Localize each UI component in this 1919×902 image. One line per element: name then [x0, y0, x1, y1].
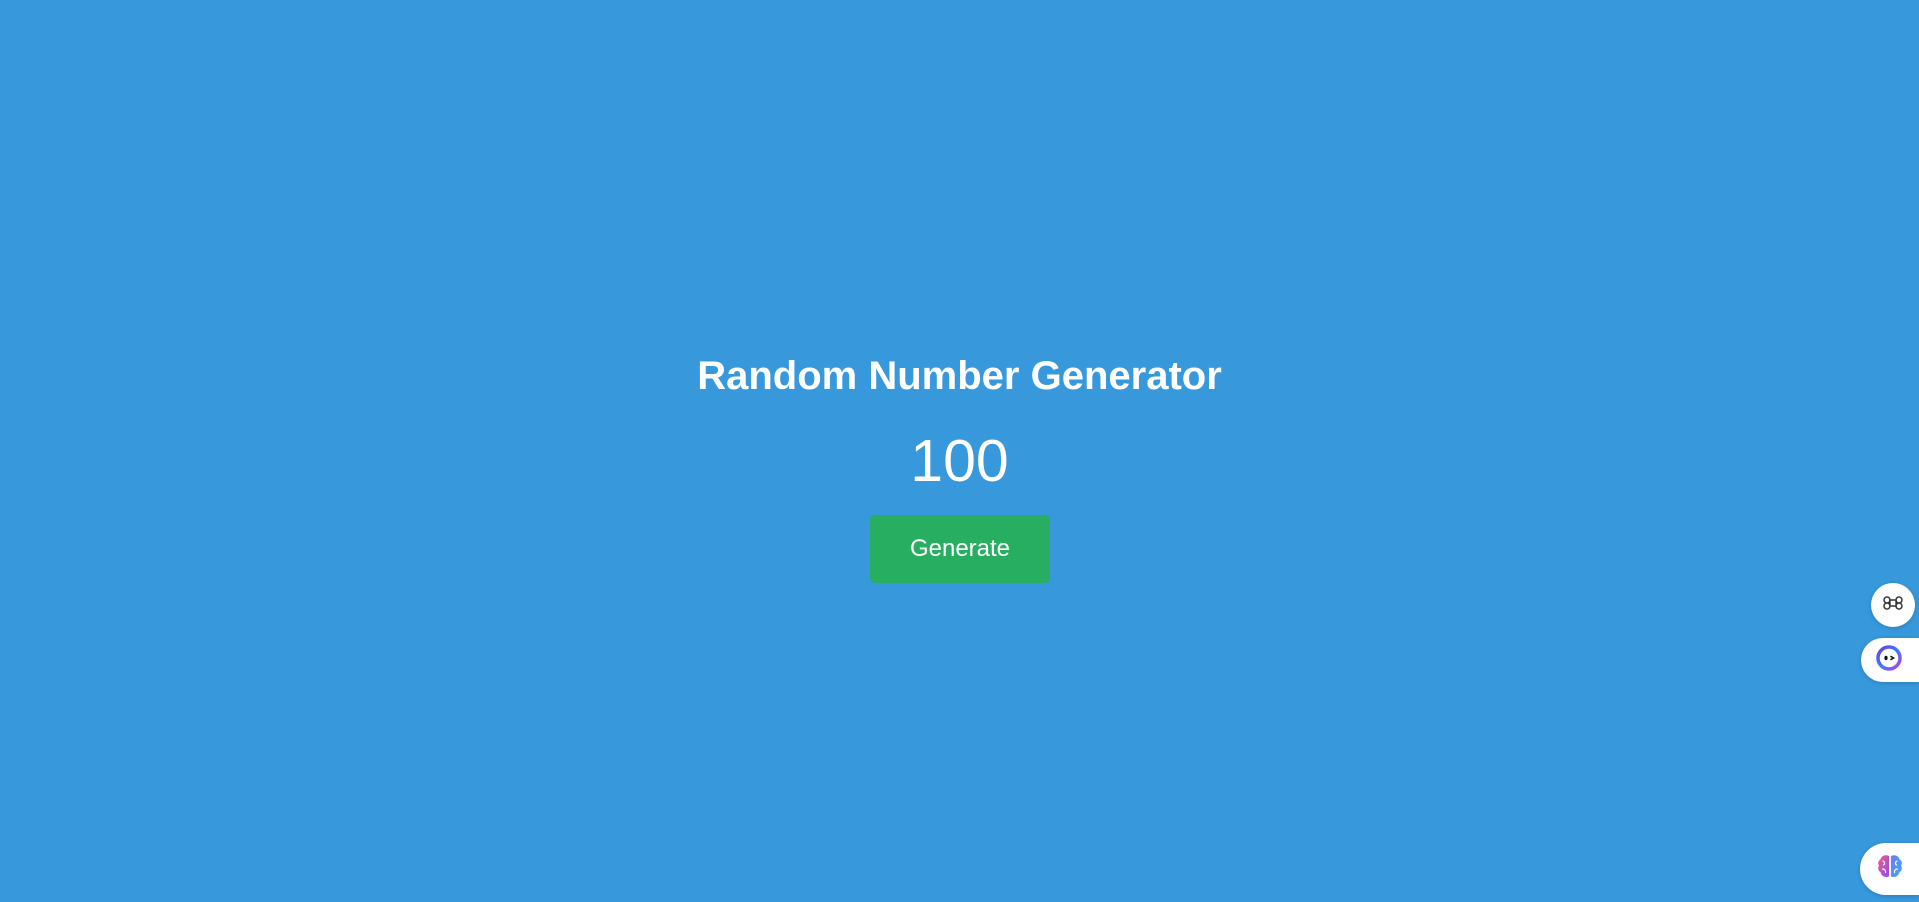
brain-icon: [1874, 851, 1906, 888]
assistant-face-icon: [1875, 644, 1903, 677]
page-title: Random Number Generator: [697, 354, 1222, 398]
brain-assistant-button[interactable]: [1860, 843, 1919, 895]
command-icon: [1883, 593, 1903, 618]
random-number-display: 100: [910, 428, 1009, 494]
assistant-button[interactable]: [1861, 638, 1919, 682]
shortcuts-button[interactable]: [1871, 583, 1915, 627]
page: Random Number Generator 100 Generate: [0, 0, 1919, 902]
generate-button[interactable]: Generate: [870, 515, 1050, 583]
